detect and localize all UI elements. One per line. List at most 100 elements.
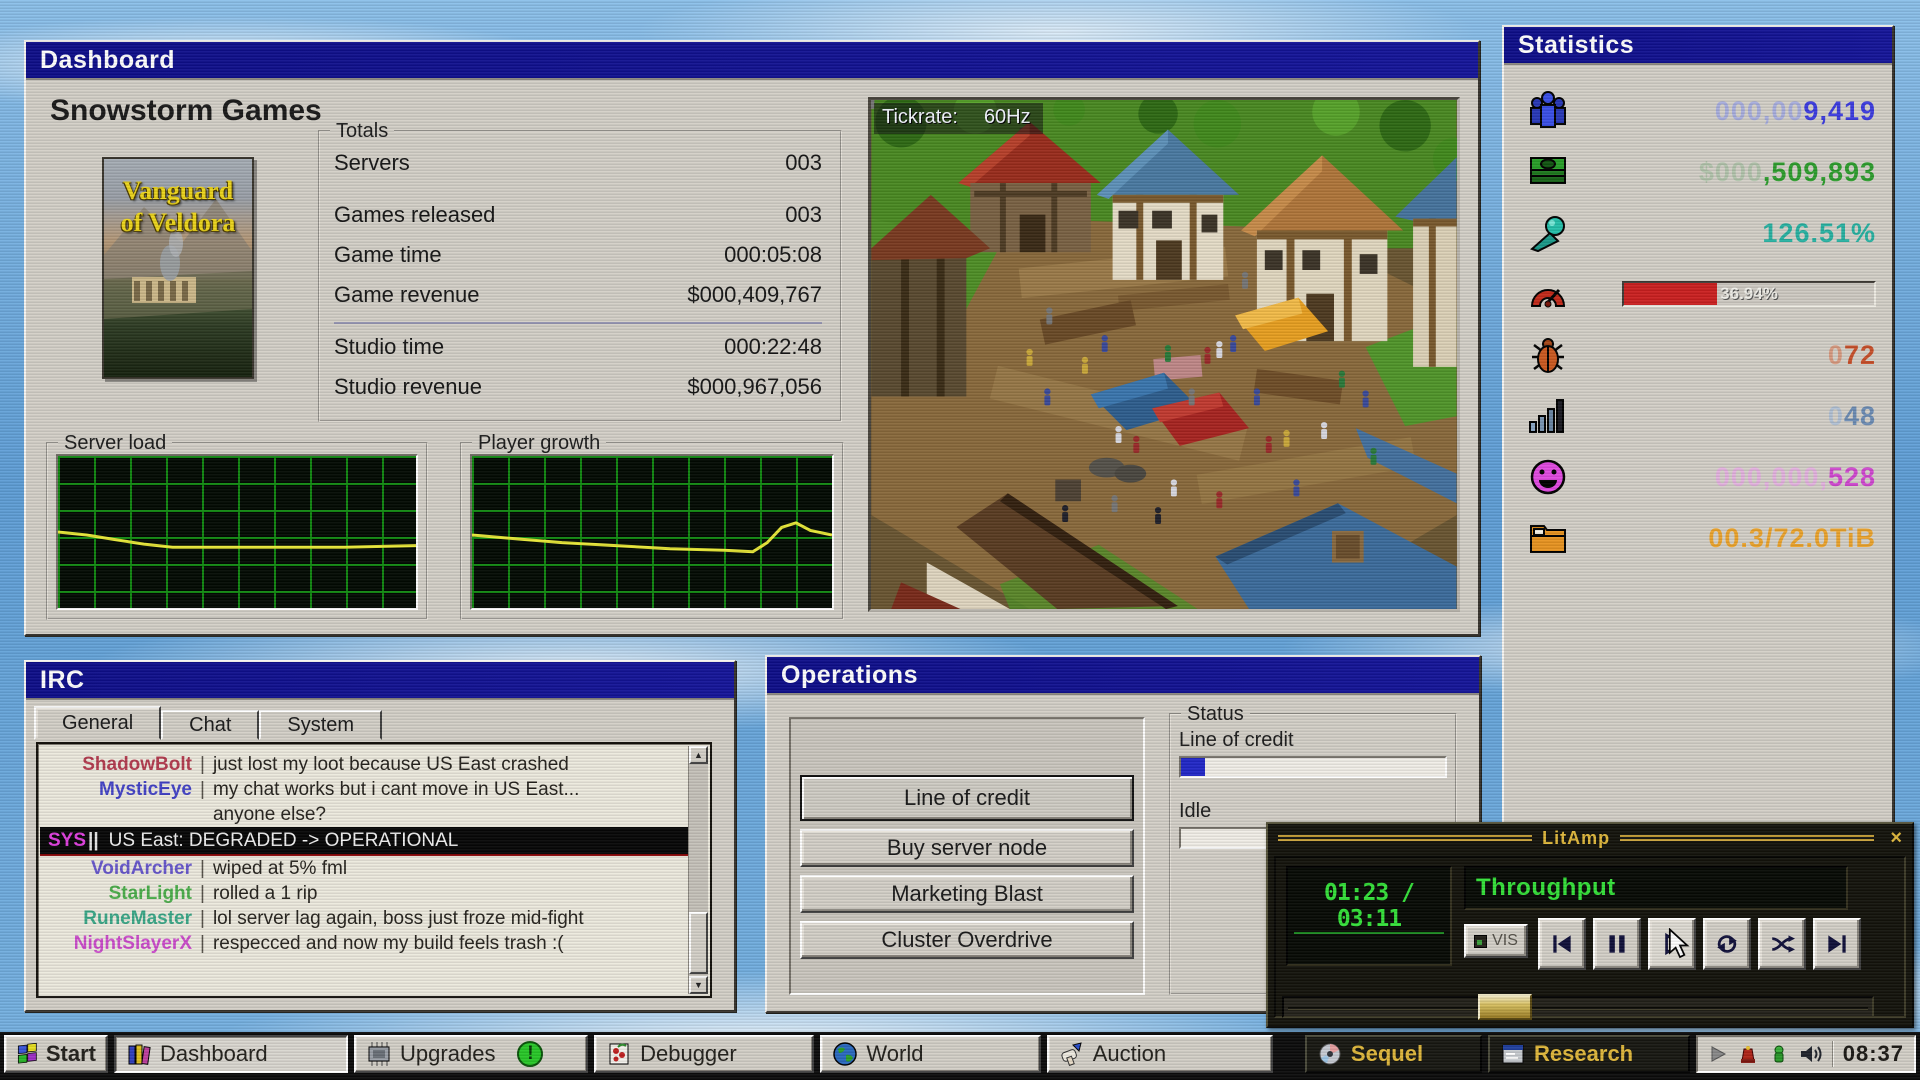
titlebar-stripes (1620, 835, 1874, 841)
play-button[interactable] (1648, 918, 1696, 970)
stat-row-happiness: 000,000,528 (1504, 453, 1892, 501)
chat-text: anyone else? (213, 802, 326, 827)
chat-text: rolled a 1 rip (213, 881, 318, 906)
game-cover[interactable]: Vanguard of Veldora (102, 157, 254, 379)
vis-toggle-button[interactable]: VIS (1464, 924, 1528, 958)
game-viewport[interactable]: Tickrate: 60Hz (868, 97, 1460, 612)
chat-message-system: SYS || US East: DEGRADED -> OPERATIONAL (40, 827, 688, 856)
chip-icon (366, 1041, 392, 1067)
creature-icon[interactable] (1768, 1043, 1790, 1065)
tab-general[interactable]: General (34, 706, 161, 740)
player-growth-label: Player growth (472, 432, 606, 455)
irc-window: IRC General Chat System ShadowBolt | jus… (24, 660, 736, 1012)
irc-titlebar[interactable]: IRC (26, 662, 734, 700)
row-value: 003 (785, 202, 822, 228)
litamp-titlebar[interactable]: LitAmp × (1268, 824, 1912, 852)
server-load-label: Server load (58, 432, 172, 455)
scroll-down-icon[interactable]: ▼ (689, 976, 708, 994)
chat-message: VoidArcher | wiped at 5% fml (40, 856, 688, 881)
stat-value: 000,009,419 (1715, 96, 1876, 127)
start-button[interactable]: Start (4, 1035, 108, 1073)
chat-separator: | (200, 777, 205, 802)
prev-icon (1549, 931, 1575, 957)
taskbar-item-research[interactable]: Research (1488, 1035, 1690, 1073)
lcd-divider (1294, 932, 1444, 934)
chat-scrollbar[interactable]: ▲ ▼ (688, 746, 708, 994)
chat-text: respecced and now my build feels trash :… (213, 931, 564, 956)
chat-separator: | (200, 931, 205, 956)
totals-row-games-released: Games released 003 (334, 202, 822, 228)
playback-time: 01:23 / 03:11 (1288, 880, 1450, 932)
pause-icon (1604, 931, 1630, 957)
totals-row-studio-revenue: Studio revenue $000,967,056 (334, 374, 822, 400)
row-label: Servers (334, 150, 410, 176)
taskbar-item-label: Sequel (1351, 1041, 1423, 1067)
operations-titlebar[interactable]: Operations (767, 657, 1479, 695)
books-icon (126, 1041, 152, 1067)
taskbar-item-auction[interactable]: Auction (1047, 1035, 1273, 1073)
server-load-chart (56, 454, 418, 610)
dashboard-titlebar[interactable]: Dashboard (26, 42, 1478, 80)
taskbar-item-label: Research (1534, 1041, 1633, 1067)
chat-separator: | (200, 906, 205, 931)
chat-text: wiped at 5% fml (213, 856, 347, 881)
line-of-credit-button[interactable]: Line of credit (800, 775, 1134, 821)
next-button[interactable] (1813, 918, 1861, 970)
taskbar-item-dashboard[interactable]: Dashboard (114, 1035, 348, 1073)
stat-row-growth: 126.51% (1504, 209, 1892, 257)
chat-message: MysticEye | my chat works but i cant mov… (40, 777, 688, 802)
tab-system[interactable]: System (259, 710, 382, 740)
chat-text: my chat works but i cant move in US East… (213, 777, 579, 802)
chat-nick: RuneMaster (40, 906, 192, 931)
volume-icon[interactable] (1799, 1043, 1823, 1065)
tab-chat[interactable]: Chat (161, 710, 259, 740)
scroll-up-icon[interactable]: ▲ (689, 746, 708, 764)
taskbar-item-label: Dashboard (160, 1041, 268, 1067)
taskbar-item-label: Debugger (640, 1041, 737, 1067)
row-label: Game time (334, 242, 442, 268)
shuffle-icon (1769, 931, 1795, 957)
scrollbar-thumb[interactable] (689, 912, 708, 974)
close-icon[interactable]: × (1890, 828, 1902, 848)
vis-label: VIS (1492, 932, 1518, 950)
dashboard-window: Dashboard Snowstorm Games Vanguard of Ve… (24, 40, 1480, 636)
prev-button[interactable] (1538, 918, 1586, 970)
chat-separator: || (88, 827, 99, 854)
chat-nick (40, 802, 192, 827)
load-gauge-text: 36.94% (1624, 283, 1874, 305)
irc-tabs: General Chat System (34, 706, 382, 740)
statistics-titlebar[interactable]: Statistics (1504, 27, 1892, 65)
taskbar-item-debugger[interactable]: Debugger (594, 1035, 814, 1073)
taskbar: Start Dashboard Upgrades ! Debugger Worl… (0, 1032, 1920, 1080)
shuffle-button[interactable] (1758, 918, 1806, 970)
repeat-button[interactable] (1703, 918, 1751, 970)
fez-hat-icon[interactable] (1737, 1043, 1759, 1065)
row-value: 000:22:48 (724, 334, 822, 360)
chat-separator: | (200, 752, 205, 777)
operations-button-panel: Line of credit Buy server node Marketing… (789, 717, 1145, 995)
stat-value: 000,000,528 (1715, 462, 1876, 493)
taskbar-item-label: Auction (1093, 1041, 1166, 1067)
upgrade-alert-badge: ! (517, 1041, 543, 1067)
money-icon (1526, 150, 1570, 194)
load-gauge-bar: 36.94% (1622, 281, 1876, 307)
taskbar-item-upgrades[interactable]: Upgrades ! (354, 1035, 588, 1073)
cluster-overdrive-button[interactable]: Cluster Overdrive (800, 921, 1134, 959)
start-label: Start (46, 1041, 96, 1067)
taskbar-item-sequel[interactable]: Sequel (1305, 1035, 1482, 1073)
pause-button[interactable] (1593, 918, 1641, 970)
play-tray-icon[interactable] (1708, 1044, 1728, 1064)
play-icon (1659, 931, 1685, 957)
buy-server-node-button[interactable]: Buy server node (800, 829, 1134, 867)
irc-chat-area[interactable]: ShadowBolt | just lost my loot because U… (36, 742, 712, 998)
row-label: Game revenue (334, 282, 480, 308)
litamp-title: LitAmp (1542, 828, 1610, 849)
taskbar-item-world[interactable]: World (820, 1035, 1040, 1073)
seek-groove (1288, 1007, 1868, 1010)
seek-bar[interactable] (1282, 996, 1874, 1018)
marketing-blast-button[interactable]: Marketing Blast (800, 875, 1134, 913)
row-label: Studio revenue (334, 374, 482, 400)
stat-row-players: 000,009,419 (1504, 87, 1892, 135)
irc-title: IRC (40, 666, 85, 695)
seek-handle[interactable] (1478, 994, 1532, 1020)
